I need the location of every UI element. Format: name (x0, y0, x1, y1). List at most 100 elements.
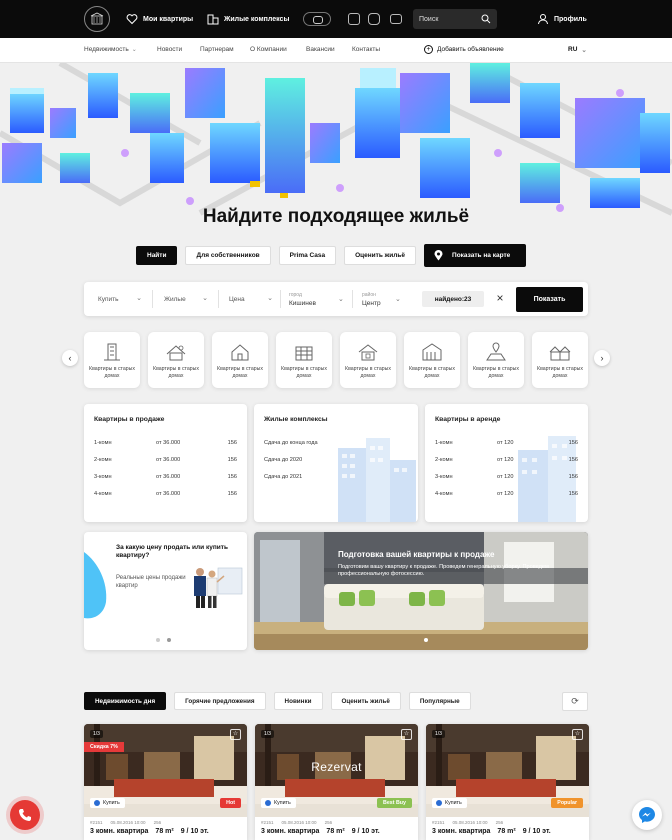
search-icon[interactable] (481, 14, 491, 24)
complexes-link[interactable]: Жилые комплексы (207, 12, 289, 26)
plus-icon: + (424, 45, 433, 54)
tab-evaluate-home[interactable]: Оценить жильё (330, 692, 401, 710)
nav-item-vacancies[interactable]: Вакансии (306, 46, 335, 53)
price-row[interactable]: 2-комн от 120 156 (435, 457, 578, 466)
category-card[interactable]: Квартиры в старых домах (468, 332, 524, 388)
price-value: Цена (229, 295, 245, 303)
search-filters: Купить ⌄ Жилые ⌄ Цена ⌄ город Кишинев ⌄ рай… (84, 282, 588, 316)
promo-subtitle: Реальные цены продажи квартир (116, 575, 186, 589)
tab-evaluate[interactable]: Оценить жильё (344, 246, 417, 265)
messenger-button[interactable] (632, 800, 662, 830)
show-results-button[interactable]: Показать (516, 287, 583, 312)
price-row[interactable]: 4-комн от 120 156 (435, 491, 578, 500)
clear-filters-icon[interactable]: × (494, 292, 506, 304)
deal-type-badge: Купить (90, 798, 125, 808)
category-card[interactable]: Квартиры в старых домах (148, 332, 204, 388)
rent-card-title: Квартиры в аренде (435, 416, 501, 423)
rooms-label: 4-комн (435, 491, 453, 497)
category-card[interactable]: Квартиры в старых домах (84, 332, 140, 388)
price-row[interactable]: 1-комн от 36.000 156 (94, 440, 237, 449)
add-ad-button[interactable]: + Добавить объявление (424, 45, 504, 54)
banner-title: Подготовка вашей квартиры к продаже (338, 550, 495, 559)
price-row[interactable]: 1-комн от 120 156 (435, 440, 578, 449)
tab-new[interactable]: Новинки (273, 692, 323, 710)
pagination-dot-active[interactable] (167, 638, 171, 642)
bookmark-icon[interactable]: ☆ (401, 729, 412, 740)
chevron-right-icon: › (600, 353, 604, 363)
category-card[interactable]: Квартиры в старых домах (276, 332, 332, 388)
vk-icon[interactable] (348, 13, 360, 25)
chevron-down-icon: ⌄ (395, 296, 401, 303)
tab-popular[interactable]: Популярные (408, 692, 471, 710)
profile-link[interactable]: Профиль (537, 12, 587, 26)
tab-prima-casa[interactable]: Prima Casa (278, 246, 337, 265)
tab-find[interactable]: Найти (136, 246, 178, 265)
language-selector[interactable]: RU ⌄ (568, 46, 587, 54)
tab-owners[interactable]: Для собственников (185, 246, 271, 265)
listing-count: 156 (227, 457, 237, 463)
price-row[interactable]: 2-комн от 36.000 156 (94, 457, 237, 466)
nav-item-realty[interactable]: Недвижимость ⌄ (84, 46, 137, 53)
listing-title[interactable]: 3 комн. квартира (90, 828, 148, 835)
tab-hot-offers[interactable]: Горячие предложения (174, 692, 266, 710)
chevron-down-icon: ⌄ (338, 296, 344, 303)
rent-card[interactable]: Квартиры в аренде 1-комн от 120 156 2-комн о… (425, 404, 588, 522)
category-card[interactable]: Квартиры в старых домах (532, 332, 588, 388)
price-from: от 36.000 (156, 457, 181, 463)
price-row[interactable]: 3-комн от 120 156 (435, 474, 578, 483)
banner-subtitle: Подготовим вашу квартиру к продаже. Пров… (338, 564, 549, 577)
category-card[interactable]: Квартиры в старых домах (340, 332, 396, 388)
sale-card[interactable]: Квартиры в продаже 1-комн от 36.000 156 2-к… (84, 404, 247, 522)
listing-card[interactable]: 1/3 ☆ Rezervat Купить Best Buy #2151 05.08.201… (255, 724, 418, 840)
deal-select[interactable]: Купить ⌄ (98, 291, 142, 307)
listing-floor: 9 / 10 эт. (351, 828, 380, 835)
price-row[interactable]: 3-комн от 36.000 156 (94, 474, 237, 483)
nav-label: Новости (157, 46, 183, 53)
price-from: от 120 (497, 457, 514, 463)
complex-row[interactable]: Сдача до 2020 (264, 457, 408, 466)
nav-item-contacts[interactable]: Контакты (352, 46, 380, 53)
district-value: Центр (362, 300, 381, 307)
price-promo-card[interactable]: За какую цену продать или купить квартир… (84, 532, 247, 650)
category-card[interactable]: Квартиры в старых домах (212, 332, 268, 388)
apartment-prep-banner[interactable]: Подготовка вашей квартиры к продаже Подг… (254, 532, 588, 650)
complex-row-label: Сдача до 2021 (264, 474, 303, 480)
nav-item-news[interactable]: Новости (157, 46, 182, 53)
categories-prev-button[interactable]: ‹ (62, 350, 78, 366)
category-label: Квартиры в старых домах (281, 366, 327, 379)
category-card[interactable]: Квартиры в старых домах (404, 332, 460, 388)
youtube-icon[interactable] (390, 14, 402, 24)
listing-card[interactable]: 1/3 ☆ Купить Popular #2151 05.08.2016 10:00 25… (426, 724, 589, 840)
categories-next-button[interactable]: › (594, 350, 610, 366)
rooms-label: 1-комн (435, 440, 453, 446)
deal-value: Купить (98, 295, 119, 303)
listing-card[interactable]: 1/3 ☆ Скидка 7% Купить Hot #2151 05.08.2016 10… (84, 724, 247, 840)
tab-property-of-day[interactable]: Недвижимость дня (84, 692, 167, 710)
complex-row[interactable]: Сдача до конца года (264, 440, 408, 449)
nav-item-partners[interactable]: Партнерам (200, 46, 234, 53)
call-button[interactable] (10, 800, 40, 830)
my-apartments-link[interactable]: Мои квартиры (126, 12, 193, 26)
show-on-map-button[interactable]: Показать на карте (424, 244, 527, 267)
price-from: от 36.000 (156, 440, 181, 446)
theme-toggle[interactable] (303, 12, 331, 26)
nav-item-about[interactable]: О Компании (250, 46, 287, 53)
listing-date: 05.08.2016 10:00 (281, 820, 317, 825)
price-select[interactable]: Цена ⌄ (229, 291, 273, 307)
logo[interactable] (84, 6, 110, 32)
bookmark-icon[interactable]: ☆ (572, 729, 583, 740)
listing-title[interactable]: 3 комн. квартира (261, 828, 319, 835)
pagination-dot[interactable] (156, 638, 160, 642)
price-row[interactable]: 4-комн от 36.000 156 (94, 491, 237, 500)
complex-row[interactable]: Сдача до 2021 (264, 474, 408, 483)
type-select[interactable]: Жилые ⌄ (164, 291, 208, 307)
listing-title-row: 3 комн. квартира 78 m² 9 / 10 эт. (432, 828, 583, 835)
pagination-dot-active[interactable] (424, 638, 428, 642)
instagram-icon[interactable] (368, 13, 380, 25)
refresh-button[interactable]: ⟳ (562, 692, 588, 711)
bookmark-icon[interactable]: ☆ (230, 729, 241, 740)
listing-title[interactable]: 3 комн. квартира (432, 828, 490, 835)
search-input[interactable] (419, 13, 479, 25)
divider (280, 290, 281, 308)
complexes-card[interactable]: Жилые комплексы Сдача до конца года Сдач… (254, 404, 418, 522)
